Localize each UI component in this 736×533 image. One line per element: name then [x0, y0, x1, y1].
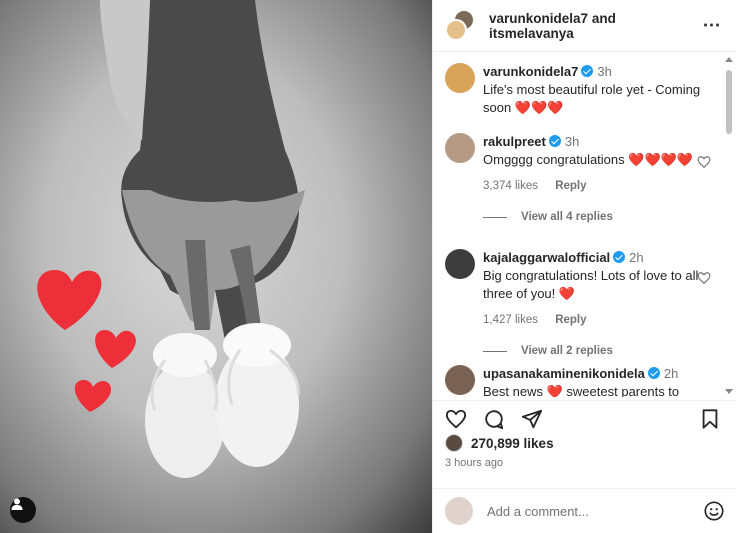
share-icon[interactable]: [521, 408, 543, 430]
comment-username[interactable]: upasanakaminenikonidela: [483, 366, 645, 381]
comment-username[interactable]: varunkonidela7: [483, 64, 578, 79]
view-replies-button[interactable]: View all 2 replies: [483, 345, 717, 357]
save-bookmark-icon[interactable]: [699, 408, 721, 430]
likes-count[interactable]: 270,899 likes: [471, 436, 554, 451]
avatar[interactable]: [445, 133, 475, 163]
add-comment-input[interactable]: Add a comment...: [487, 504, 703, 519]
avatar[interactable]: [445, 63, 475, 93]
comment-item: upasanakaminenikonidela 2h Best news ❤️ s…: [445, 365, 717, 397]
post-header: varunkonidela7 and itsmelavanya ⋯: [433, 0, 736, 52]
comment-meta: 1,427 likes Reply: [483, 311, 717, 329]
likes-row[interactable]: 270,899 likes: [445, 434, 554, 452]
comments-list: varunkonidela7 3h Life's most beautiful r…: [433, 53, 736, 397]
comment-meta: 3,374 likes Reply: [483, 177, 717, 195]
comment-text: Omgggg congratulations: [483, 152, 625, 167]
verified-badge-icon: [548, 135, 561, 147]
like-heart-icon[interactable]: [697, 271, 711, 285]
comment-item: rakulpreet 3h Omgggg congratulations ❤️❤️…: [445, 133, 717, 223]
reply-button[interactable]: Reply: [555, 180, 586, 192]
comment-time[interactable]: 2h: [664, 366, 678, 381]
avatar[interactable]: [445, 434, 463, 452]
caption: varunkonidela7 3h Life's most beautiful r…: [445, 63, 717, 117]
view-replies-button[interactable]: View all 4 replies: [483, 211, 717, 223]
comment-text: Big congratulations! Lots of love to all…: [483, 268, 699, 301]
more-options-icon[interactable]: ⋯: [700, 15, 724, 36]
post-timestamp[interactable]: 3 hours ago: [445, 457, 503, 469]
heart-emoji: ❤️: [546, 384, 563, 397]
comment-icon[interactable]: [483, 408, 505, 430]
like-heart-icon[interactable]: [445, 408, 467, 430]
avatar[interactable]: [445, 249, 475, 279]
comment-item: kajalaggarwalofficial 2h Big congratulati…: [445, 249, 717, 357]
post-image[interactable]: [0, 0, 432, 533]
verified-badge-icon: [647, 367, 660, 379]
add-comment-row: Add a comment...: [433, 488, 736, 533]
emoji-icon[interactable]: [703, 500, 725, 522]
comment-username[interactable]: kajalaggarwalofficial: [483, 250, 610, 265]
comment-username[interactable]: rakulpreet: [483, 134, 546, 149]
verified-badge-icon: [581, 65, 594, 77]
comment-text-cont: sweetest parents to: [566, 384, 680, 397]
action-bar: [433, 400, 736, 434]
and-text: and: [591, 10, 616, 26]
like-heart-icon[interactable]: [697, 155, 711, 169]
user-icon: [11, 498, 23, 510]
comment-time[interactable]: 2h: [629, 250, 643, 265]
verified-badge-icon: [613, 251, 626, 263]
post-sidebar: varunkonidela7 and itsmelavanya ⋯ varunk…: [432, 0, 736, 533]
heart-emoji: ❤️: [558, 286, 576, 301]
avatar: [445, 497, 473, 525]
avatar[interactable]: [445, 365, 475, 395]
tagged-user-button[interactable]: [10, 497, 36, 523]
heart-emoji: ❤️❤️❤️: [514, 100, 564, 115]
collab-avatars[interactable]: [445, 8, 479, 43]
author-link[interactable]: itsmelavanya: [489, 26, 574, 41]
reply-button[interactable]: Reply: [555, 314, 586, 326]
heart-emoji: ❤️❤️❤️❤️: [628, 152, 694, 167]
comment-likes[interactable]: 1,427 likes: [483, 314, 538, 326]
comment-time[interactable]: 3h: [597, 64, 611, 79]
post-authors: varunkonidela7 and itsmelavanya: [489, 11, 700, 41]
comment-text: Best news: [483, 384, 543, 397]
comment-likes[interactable]: 3,374 likes: [483, 180, 538, 192]
comment-time[interactable]: 3h: [565, 134, 579, 149]
author-link[interactable]: varunkonidela7: [489, 11, 588, 26]
photo-illustration: [37, 0, 305, 478]
avatar[interactable]: [445, 18, 467, 41]
